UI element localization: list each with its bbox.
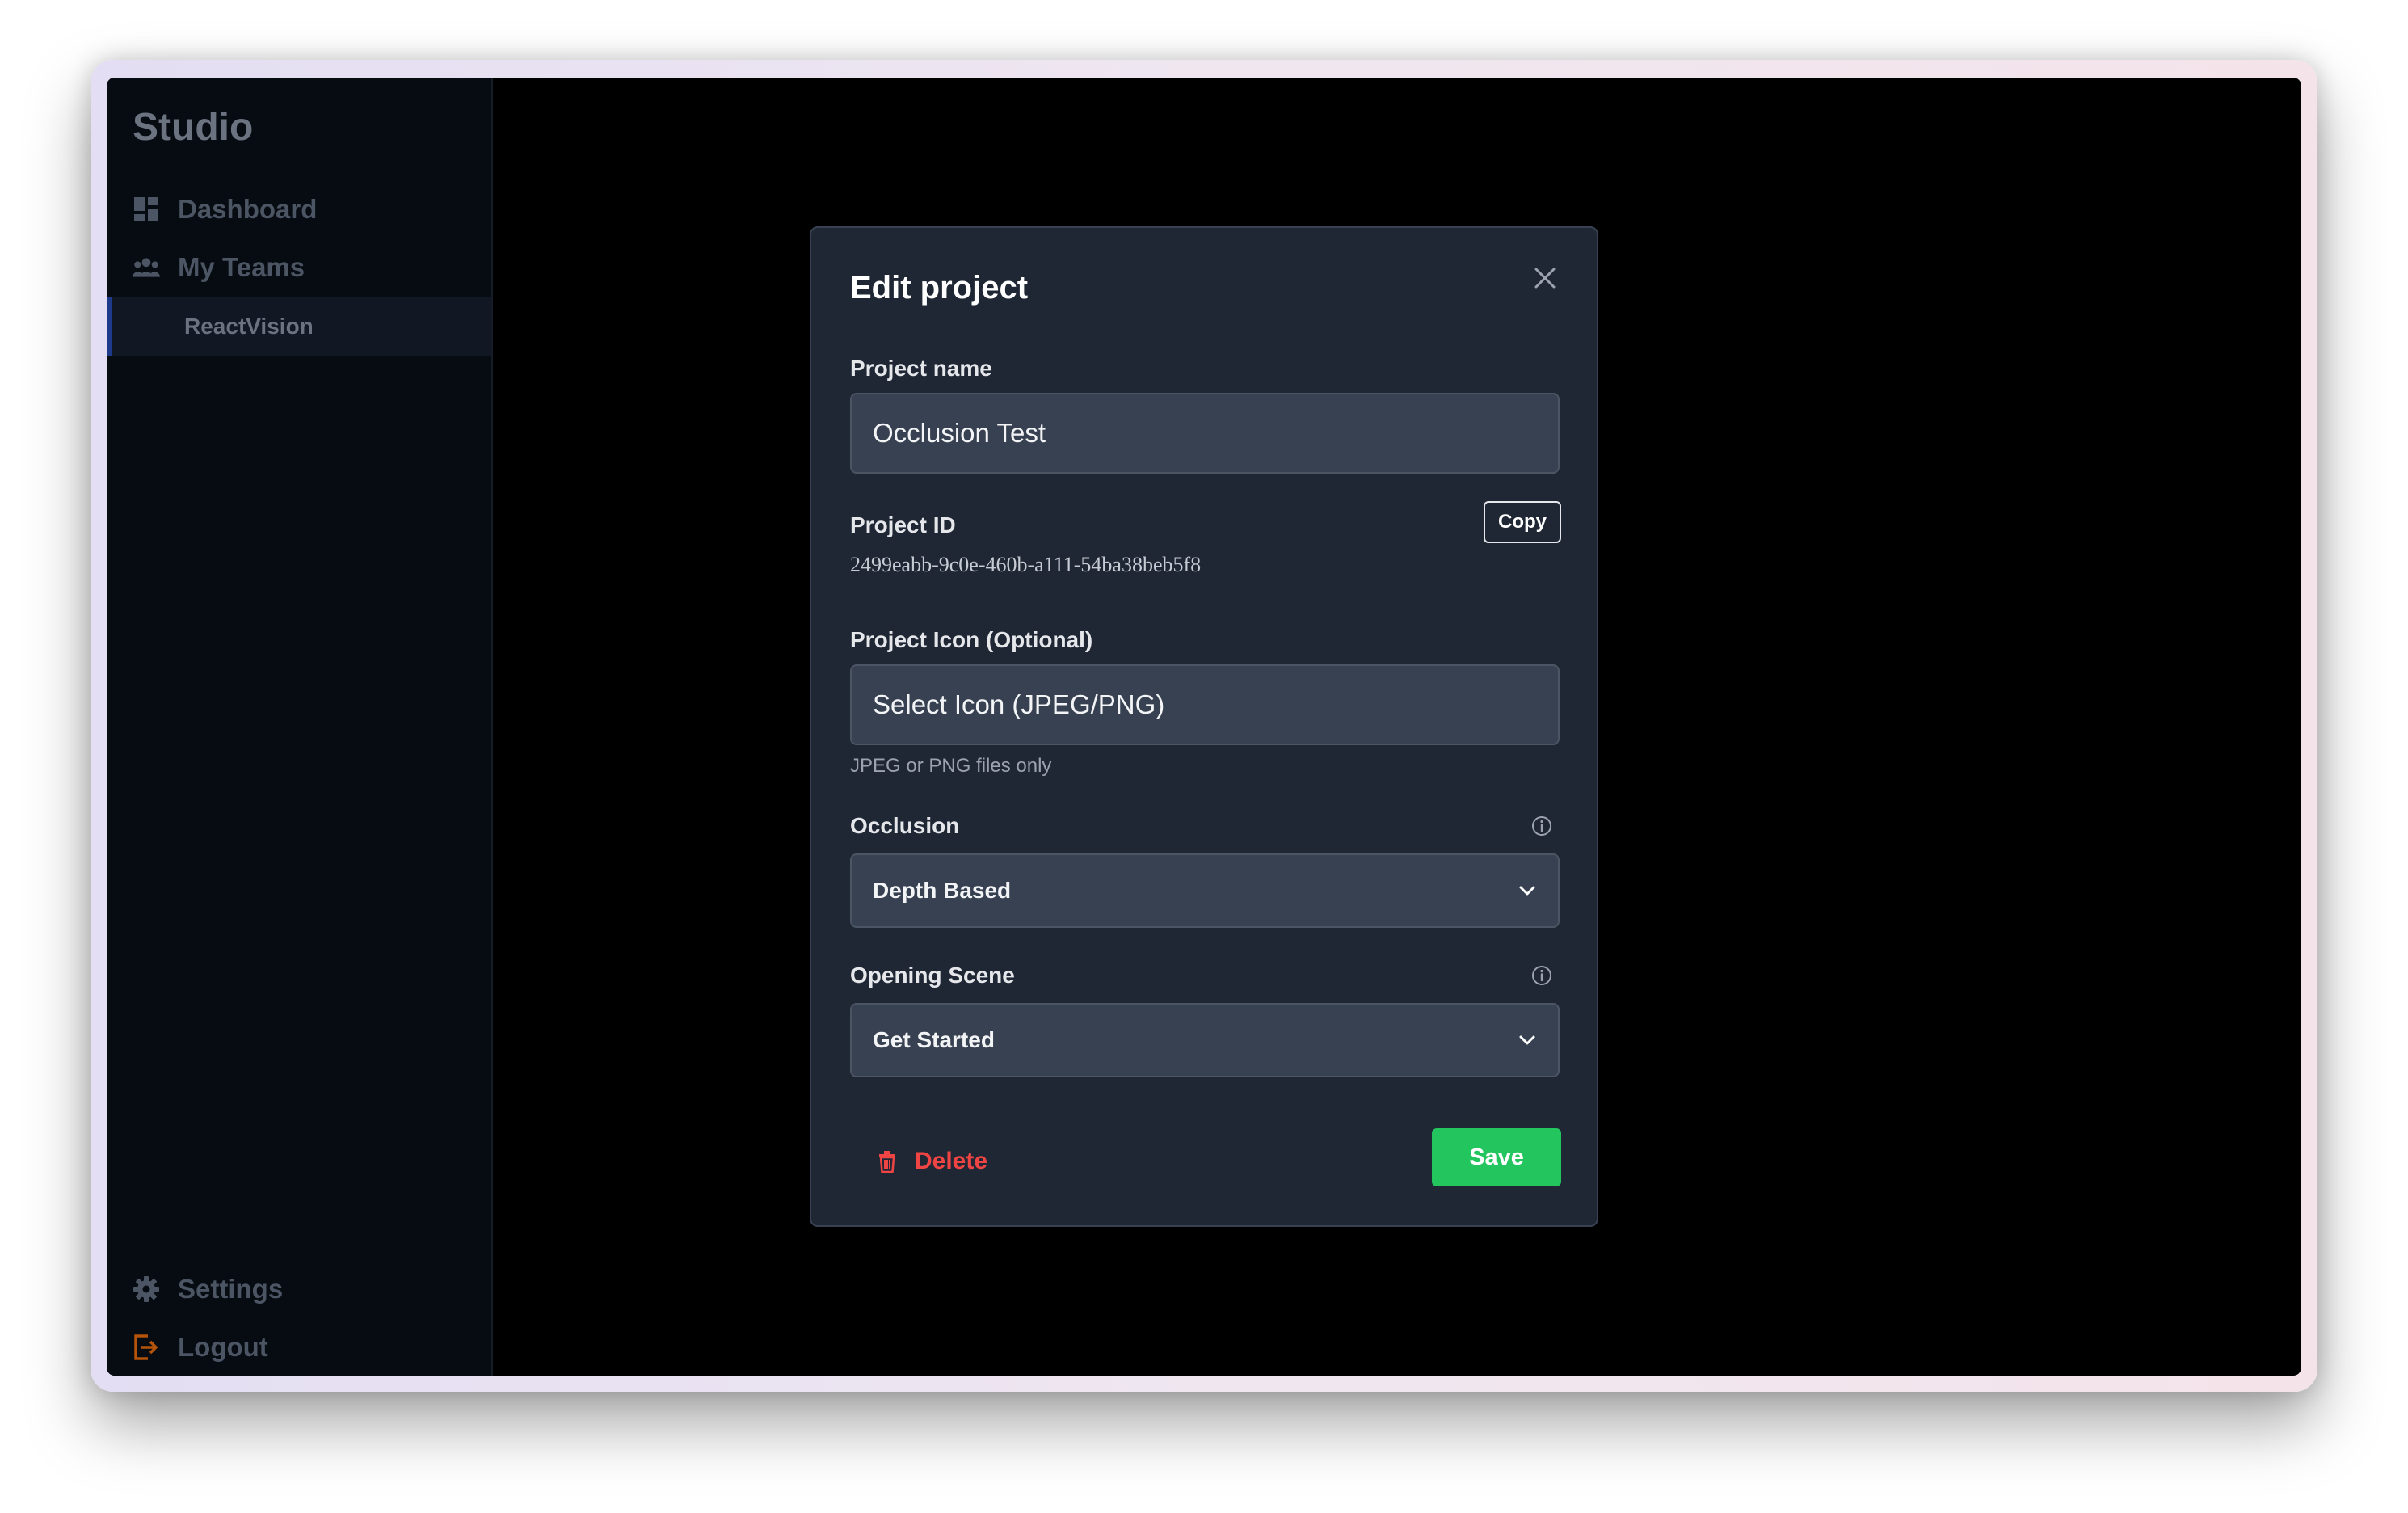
sidebar-item-label: Logout (178, 1332, 268, 1362)
occlusion-select[interactable]: Depth Based (850, 853, 1560, 928)
file-type-hint: JPEG or PNG files only (850, 755, 1052, 777)
project-name-label: Project name (850, 356, 992, 381)
delete-button[interactable]: Delete (876, 1148, 987, 1175)
sidebar-item-reactvision[interactable]: ReactVision (107, 297, 491, 356)
gear-icon (133, 1275, 160, 1303)
sidebar-item-my-teams[interactable]: My Teams (133, 252, 305, 283)
sidebar-item-label: Settings (178, 1274, 284, 1304)
sidebar-item-logout[interactable]: Logout (133, 1332, 268, 1363)
save-button[interactable]: Save (1432, 1128, 1561, 1186)
occlusion-info-icon[interactable] (1530, 815, 1553, 837)
project-name-input[interactable] (850, 393, 1560, 474)
occlusion-label: Occlusion (850, 813, 960, 838)
opening-scene-label: Opening Scene (850, 963, 1015, 988)
sidebar-item-settings[interactable]: Settings (133, 1274, 283, 1304)
project-id-label: Project ID (850, 512, 956, 537)
chevron-down-icon (1519, 886, 1535, 896)
opening-scene-select[interactable]: Get Started (850, 1003, 1560, 1077)
project-icon-label: Project Icon (Optional) (850, 627, 1093, 652)
opening-scene-info-icon[interactable] (1530, 964, 1553, 987)
project-id-value: 2499eabb-9c0e-460b-a111-54ba38beb5f8 (850, 553, 1202, 576)
opening-scene-selected-value: Get Started (873, 1027, 995, 1052)
edit-project-modal: Edit project Project name Project ID Cop… (810, 226, 1598, 1227)
select-icon-button[interactable]: Select Icon (JPEG/PNG) (850, 664, 1560, 745)
delete-button-label: Delete (915, 1148, 988, 1174)
sidebar-item-dashboard[interactable]: Dashboard (133, 194, 317, 225)
select-icon-button-label: Select Icon (JPEG/PNG) (873, 689, 1165, 719)
teams-icon (133, 254, 160, 281)
chevron-down-icon (1519, 1035, 1535, 1045)
dashboard-icon (133, 196, 160, 223)
sidebar-item-label: My Teams (178, 252, 305, 282)
trash-icon (879, 1151, 895, 1173)
sidebar-item-label: Dashboard (178, 194, 318, 224)
close-button[interactable] (1529, 262, 1561, 294)
modal-title: Edit project (850, 270, 1029, 306)
sidebar-item-label: ReactVision (184, 314, 314, 339)
app-window: Studio Dashboard My Teams ReactVision Se… (107, 78, 2301, 1376)
sidebar: Studio Dashboard My Teams ReactVision Se… (107, 78, 493, 1376)
occlusion-selected-value: Depth Based (873, 878, 1012, 903)
brand-title: Studio (133, 106, 254, 149)
logout-icon (133, 1334, 160, 1361)
copy-button[interactable]: Copy (1484, 501, 1561, 543)
close-icon (1534, 268, 1556, 289)
